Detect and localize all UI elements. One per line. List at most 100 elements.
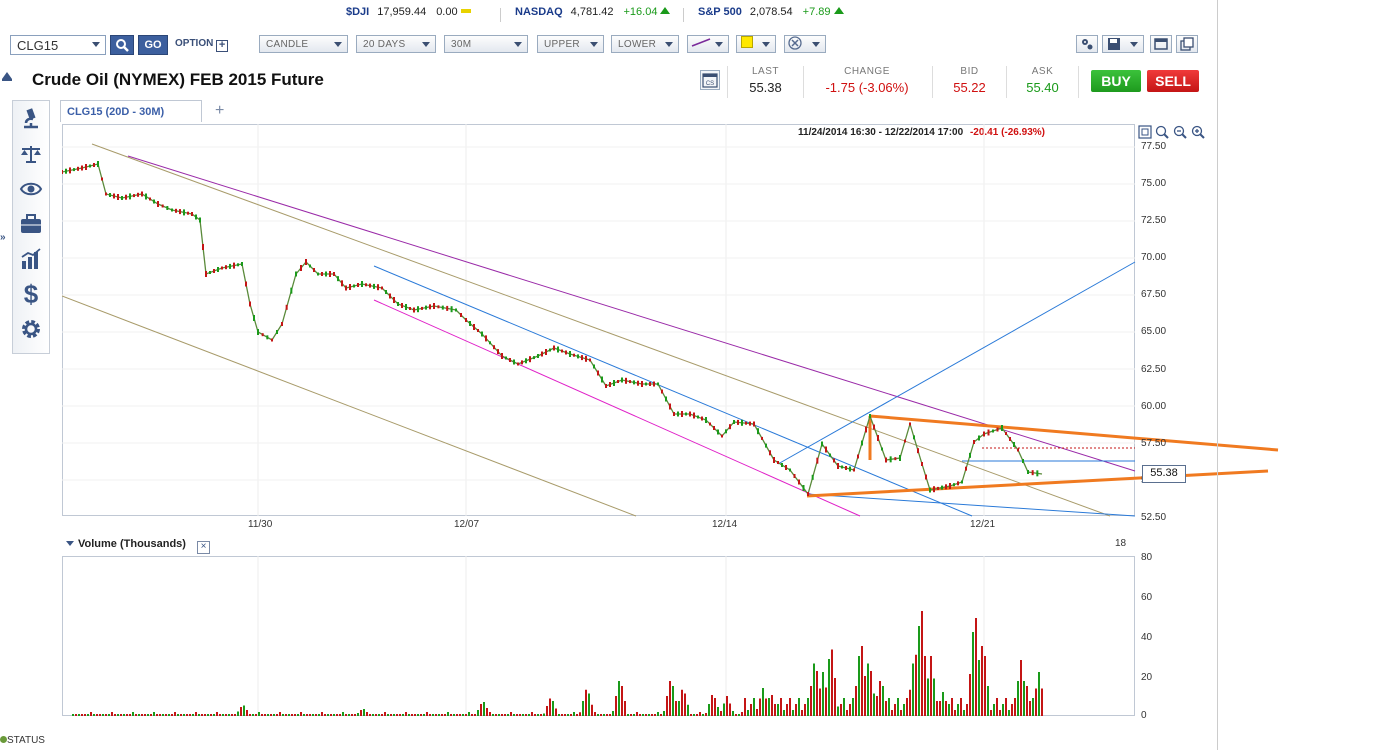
range-select[interactable]: 20 DAYS bbox=[356, 35, 436, 53]
volume-bar bbox=[681, 689, 683, 716]
search-button[interactable] bbox=[110, 35, 134, 55]
volume-bar bbox=[756, 709, 758, 716]
divider bbox=[727, 66, 728, 98]
volume-bar bbox=[900, 710, 902, 716]
microscope-button[interactable] bbox=[16, 104, 46, 134]
volume-bar bbox=[534, 714, 536, 716]
volume-bar bbox=[696, 714, 698, 716]
market-ticker-bar: $DJI 17,959.44 0.00 NASDAQ 4,781.42 +16.04 S… bbox=[0, 4, 1218, 22]
candle bbox=[1017, 448, 1019, 452]
option-button[interactable]: OPTION + bbox=[175, 38, 229, 52]
status-indicator[interactable]: STATUS bbox=[0, 735, 45, 746]
volume-bar bbox=[285, 714, 287, 716]
volume-bar bbox=[528, 714, 530, 716]
ticker-nasdaq[interactable]: NASDAQ 4,781.42 +16.04 bbox=[515, 6, 671, 18]
volume-bar bbox=[684, 693, 686, 716]
chevron-down-icon[interactable] bbox=[66, 541, 74, 546]
volume-bar bbox=[189, 714, 191, 716]
volume-bar bbox=[294, 714, 296, 716]
popout-button[interactable] bbox=[1176, 35, 1198, 53]
collapse-arrow-icon[interactable] bbox=[2, 72, 12, 79]
candle bbox=[233, 262, 235, 269]
candle bbox=[904, 439, 906, 443]
candle bbox=[497, 349, 499, 355]
candle bbox=[446, 305, 449, 311]
dollar-button[interactable]: $ bbox=[16, 279, 46, 309]
eye-icon bbox=[19, 182, 43, 196]
candle bbox=[373, 283, 375, 289]
calendar-button[interactable]: CS bbox=[700, 70, 720, 90]
candle bbox=[873, 424, 875, 430]
volume-bar bbox=[1002, 704, 1004, 716]
upper-indicator-select[interactable]: UPPER bbox=[537, 35, 604, 53]
color-select[interactable] bbox=[736, 35, 776, 53]
volume-bar bbox=[1026, 686, 1028, 716]
candle bbox=[545, 349, 547, 355]
volume-bar bbox=[747, 710, 749, 716]
symbol-input[interactable]: CLG15 bbox=[10, 35, 106, 55]
volume-bar bbox=[750, 704, 752, 716]
ticker-dji[interactable]: $DJI 17,959.44 0.00 bbox=[346, 6, 471, 18]
candle bbox=[521, 360, 523, 365]
candle bbox=[717, 429, 719, 435]
watch-button[interactable] bbox=[16, 174, 46, 204]
lower-indicator-select[interactable]: LOWER bbox=[611, 35, 679, 53]
candle bbox=[633, 380, 635, 385]
trendline-blue-lower bbox=[806, 493, 1136, 517]
candle bbox=[149, 197, 151, 201]
volume-bar bbox=[975, 618, 977, 716]
volume-bar bbox=[372, 714, 374, 716]
candle bbox=[881, 447, 883, 451]
volume-bar bbox=[993, 704, 995, 716]
candle bbox=[85, 164, 87, 170]
go-button[interactable]: GO bbox=[138, 35, 168, 55]
chart-toolbar: CLG15 GO OPTION + CANDLE 20 DAYS 30M UPP… bbox=[0, 34, 1218, 56]
save-select[interactable] bbox=[1102, 35, 1144, 53]
candle bbox=[389, 293, 391, 299]
candle bbox=[213, 269, 215, 273]
sell-button[interactable]: SELL bbox=[1147, 70, 1199, 92]
candle bbox=[677, 411, 679, 417]
ticker-sp500[interactable]: S&P 500 2,078.54 +7.89 bbox=[698, 6, 844, 18]
volume-bar bbox=[381, 714, 383, 716]
drawing-tool-select[interactable] bbox=[687, 35, 729, 53]
settings-button[interactable] bbox=[1076, 35, 1098, 53]
volume-bar bbox=[132, 712, 134, 716]
range-value: 20 DAYS bbox=[363, 39, 406, 50]
tab-chart[interactable]: CLG15 (20D - 30M) bbox=[60, 100, 202, 122]
volume-bar bbox=[705, 713, 707, 716]
candle bbox=[1001, 425, 1003, 431]
buy-button[interactable]: BUY bbox=[1091, 70, 1141, 92]
add-tab-button[interactable]: + bbox=[215, 102, 224, 120]
bid-price: BID 55.22 bbox=[942, 66, 997, 95]
erase-drawings-select[interactable] bbox=[784, 35, 826, 53]
chart-button[interactable] bbox=[16, 244, 46, 274]
candle bbox=[825, 446, 827, 453]
volume-bar bbox=[981, 646, 983, 716]
interval-select[interactable]: 30M bbox=[444, 35, 528, 53]
volume-bar bbox=[1041, 688, 1043, 716]
candle bbox=[113, 193, 115, 199]
candle bbox=[833, 458, 835, 463]
expand-sidebar-icon[interactable]: » bbox=[0, 232, 6, 243]
compare-button[interactable] bbox=[16, 139, 46, 169]
gears-icon bbox=[1082, 39, 1093, 50]
volume-bar bbox=[108, 714, 110, 716]
candle bbox=[97, 161, 99, 167]
gear-button[interactable] bbox=[16, 314, 46, 344]
portfolio-button[interactable] bbox=[16, 209, 46, 239]
chart-type-select[interactable]: CANDLE bbox=[259, 35, 348, 53]
volume-bar bbox=[225, 714, 227, 716]
candle bbox=[321, 272, 323, 276]
candle bbox=[271, 338, 273, 342]
volume-bar bbox=[147, 714, 149, 716]
window-button[interactable] bbox=[1150, 35, 1172, 53]
volume-bar bbox=[453, 714, 455, 716]
candle bbox=[485, 335, 487, 342]
volume-bar bbox=[387, 714, 389, 716]
volume-bar bbox=[72, 714, 74, 716]
candle bbox=[565, 350, 567, 355]
volume-bar bbox=[255, 714, 257, 716]
price-tick: 65.00 bbox=[1141, 326, 1167, 337]
close-panel-icon[interactable]: × bbox=[197, 541, 211, 554]
